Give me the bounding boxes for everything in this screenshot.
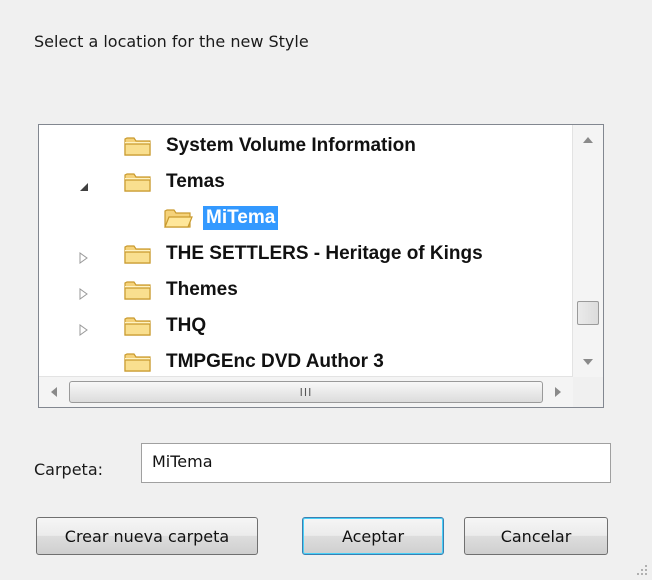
tree-item[interactable]: THQ: [39, 310, 573, 342]
tree-item[interactable]: TMPGEnc DVD Author 3: [39, 346, 573, 377]
horizontal-scroll-thumb[interactable]: III: [69, 381, 543, 403]
folder-icon: [123, 350, 153, 374]
folder-icon: [123, 242, 153, 266]
folder-icon: [123, 170, 153, 194]
open-folder-icon: [163, 206, 193, 230]
tree-item[interactable]: System Volume Information: [39, 130, 573, 162]
tree-item[interactable]: THE SETTLERS - Heritage of Kings: [39, 238, 573, 270]
expand-arrow-icon[interactable]: [79, 248, 91, 264]
resize-grip-icon[interactable]: [636, 564, 648, 576]
folder-icon: [123, 314, 153, 338]
horizontal-scrollbar[interactable]: III: [39, 376, 573, 407]
folder-field-label: Carpeta:: [34, 460, 104, 479]
arrow-down-icon: [583, 359, 593, 365]
expand-arrow-icon[interactable]: [79, 320, 91, 336]
dialog-prompt: Select a location for the new Style: [34, 32, 309, 51]
tree-item-label: Themes: [166, 279, 238, 300]
scroll-grip: III: [299, 385, 313, 399]
folder-icon: [123, 278, 153, 302]
scroll-up-button[interactable]: [573, 125, 603, 155]
folder-tree[interactable]: System Volume Information Temas MiTema THE …: [38, 124, 604, 408]
scrollbar-corner: [573, 377, 603, 407]
cancel-button[interactable]: Cancelar: [464, 517, 608, 555]
vertical-scroll-thumb[interactable]: [577, 301, 599, 325]
tree-item[interactable]: Themes: [39, 274, 573, 306]
tree-item[interactable]: MiTema: [39, 202, 573, 234]
ok-button[interactable]: Aceptar: [302, 517, 444, 555]
arrow-left-icon: [51, 387, 57, 397]
folder-name-input[interactable]: MiTema: [141, 443, 611, 483]
tree-item-label: THE SETTLERS - Heritage of Kings: [166, 243, 483, 264]
arrow-right-icon: [555, 387, 561, 397]
new-folder-button[interactable]: Crear nueva carpeta: [36, 517, 258, 555]
folder-tree-rows: System Volume Information Temas MiTema THE …: [39, 125, 573, 377]
vertical-scrollbar[interactable]: [572, 125, 603, 377]
scroll-down-button[interactable]: [573, 347, 603, 377]
scroll-right-button[interactable]: [543, 377, 573, 407]
expand-arrow-icon[interactable]: [79, 284, 91, 300]
folder-icon: [123, 134, 153, 158]
tree-item[interactable]: Temas: [39, 166, 573, 198]
tree-item-label: System Volume Information: [166, 135, 416, 156]
tree-item-label: MiTema: [203, 206, 279, 230]
collapse-arrow-icon[interactable]: [79, 176, 91, 191]
tree-item-label: TMPGEnc DVD Author 3: [166, 351, 384, 372]
tree-item-label: Temas: [166, 171, 225, 192]
tree-item-label: THQ: [166, 315, 207, 336]
scroll-left-button[interactable]: [39, 377, 69, 407]
arrow-up-icon: [583, 137, 593, 143]
